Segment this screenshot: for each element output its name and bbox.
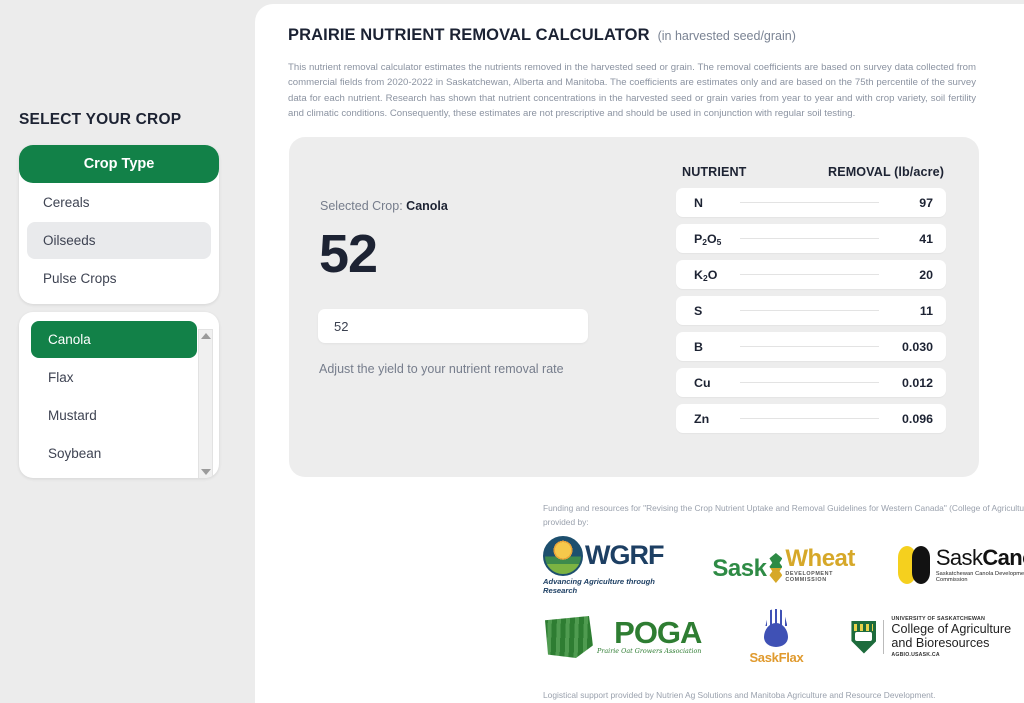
crop-item-flax[interactable]: Flax — [31, 359, 209, 396]
crop-list-panel: Canola Flax Mustard Soybean — [19, 312, 219, 478]
funding-text: Funding and resources for "Revising the … — [543, 503, 1024, 527]
wgrf-wordmark: WGRF — [585, 540, 664, 570]
sponsor-logos-row-2: POGA Prairie Oat Growers Association Sas… — [543, 604, 1024, 670]
sidebar-item-oilseeds[interactable]: Oilseeds — [27, 222, 211, 259]
selected-crop-line: Selected Crop: Canola — [320, 199, 448, 213]
nutrient-value: 20 — [919, 267, 933, 282]
selected-crop-value: Canola — [406, 199, 448, 213]
nutrient-label: S — [694, 303, 703, 318]
wgrf-logo: WGRF Advancing Agriculture through Resea… — [543, 535, 678, 595]
crop-list-scrollbar[interactable] — [198, 329, 213, 478]
usask-college-logo: UNIVERSITY OF SASKATCHEWAN College of Ag… — [851, 616, 1011, 658]
scroll-down-arrow-icon[interactable] — [200, 469, 211, 475]
canola-seed-icon — [898, 546, 931, 584]
nutrient-table-header: NUTRIENT REMOVAL (lb/acre) — [676, 165, 946, 179]
nutrient-label: Cu — [694, 375, 711, 390]
usask-shield-icon — [851, 620, 877, 654]
table-row: B 0.030 — [676, 332, 946, 361]
table-row: K2O 20 — [676, 260, 946, 289]
sidebar-item-cereals[interactable]: Cereals — [27, 184, 211, 221]
yield-display-value: 52 — [319, 224, 378, 284]
poga-logo: POGA Prairie Oat Growers Association — [543, 615, 702, 658]
selected-crop-label: Selected Crop: — [320, 199, 403, 213]
nutrient-value: 0.012 — [901, 375, 933, 390]
logistical-support-text: Logistical support provided by Nutrien A… — [543, 690, 936, 700]
flax-flower-icon — [759, 609, 793, 647]
nutrient-value: 41 — [919, 231, 933, 246]
wgrf-sun-field-icon — [543, 535, 583, 576]
nutrient-value: 97 — [919, 195, 933, 210]
crop-type-header-button[interactable]: Crop Type — [19, 145, 219, 183]
poga-wordmark: POGA — [614, 615, 702, 651]
wheat-sheaf-icon — [769, 553, 783, 583]
sask-flax-wordmark: SaskFlax — [749, 650, 804, 665]
nutrient-value: 0.030 — [901, 339, 933, 354]
yield-hint-text: Adjust the yield to your nutrient remova… — [319, 362, 564, 376]
table-row: N 97 — [676, 188, 946, 217]
nutrient-label: P2O5 — [694, 231, 722, 247]
logo-divider — [883, 620, 885, 654]
sask-canola-tagline: Saskatchewan Canola Development Commissi… — [935, 571, 1024, 583]
nutrient-label: B — [694, 339, 703, 354]
sask-canola-logo: SaskCanola Saskatchewan Canola Developme… — [898, 546, 1024, 584]
calculator-panel: Selected Crop: Canola 52 Adjust the yiel… — [289, 137, 979, 477]
page-subtitle: (in harvested seed/grain) — [657, 29, 796, 43]
sidebar: SELECT YOUR CROP Crop Type Cereals Oilse… — [0, 0, 255, 703]
table-row: S 11 — [676, 296, 946, 325]
scroll-up-arrow-icon[interactable] — [200, 333, 211, 339]
crop-item-soybean[interactable]: Soybean — [31, 435, 209, 472]
crop-item-canola[interactable]: Canola — [31, 321, 197, 358]
nutrient-value: 0.096 — [901, 411, 933, 426]
row-connector-line — [740, 238, 879, 239]
table-row: Zn 0.096 — [676, 404, 946, 433]
sidebar-item-pulse-crops[interactable]: Pulse Crops — [27, 260, 211, 297]
row-connector-line — [740, 418, 879, 419]
usask-college-line-1: College of Agriculture — [891, 622, 1012, 636]
row-connector-line — [740, 310, 879, 311]
row-connector-line — [740, 202, 879, 203]
nutrient-label: N — [694, 195, 703, 210]
oat-field-icon — [545, 616, 593, 658]
nutrient-value: 11 — [919, 303, 933, 318]
sask-wheat-tagline: DEVELOPMENT COMMISSION — [785, 571, 834, 583]
poga-tagline: Prairie Oat Growers Association — [597, 646, 702, 655]
sask-wheat-logo: Sask Wheat DEVELOPMENT COMMISSION — [712, 547, 864, 583]
sidebar-heading: SELECT YOUR CROP — [19, 111, 182, 128]
sask-wheat-sask-text: Sask — [712, 555, 767, 582]
crop-item-mustard[interactable]: Mustard — [31, 397, 209, 434]
usask-url: AGBIO.USASK.CA — [891, 652, 940, 658]
column-header-removal: REMOVAL (lb/acre) — [828, 165, 944, 179]
row-connector-line — [740, 382, 879, 383]
intro-paragraph: This nutrient removal calculator estimat… — [288, 62, 976, 120]
sask-canola-wordmark: SaskCanola — [935, 545, 1024, 570]
row-connector-line — [740, 346, 879, 347]
table-row: P2O5 41 — [676, 224, 946, 253]
page-title: PRAIRIE NUTRIENT REMOVAL CALCULATOR — [288, 26, 650, 44]
nutrient-removal-table: NUTRIENT REMOVAL (lb/acre) N 97 P2O5 41 … — [676, 165, 946, 440]
nutrient-label: Zn — [694, 411, 710, 426]
sask-flax-logo: SaskFlax — [749, 609, 804, 665]
row-connector-line — [740, 274, 879, 275]
usask-college-line-2: and Bioresources — [891, 636, 990, 650]
column-header-nutrient: NUTRIENT — [682, 165, 747, 179]
nutrient-calculator-app: SELECT YOUR CROP Crop Type Cereals Oilse… — [0, 0, 1024, 703]
page-title-row: PRAIRIE NUTRIENT REMOVAL CALCULATOR (in … — [288, 26, 796, 45]
sponsor-logos-row-1: WGRF Advancing Agriculture through Resea… — [543, 532, 1024, 598]
crop-type-panel: Crop Type Cereals Oilseeds Pulse Crops — [19, 145, 219, 304]
sask-wheat-wheat-text: Wheat — [785, 545, 855, 572]
nutrient-label: K2O — [694, 267, 718, 283]
wgrf-tagline: Advancing Agriculture through Research — [543, 576, 655, 595]
main-content-card: PRAIRIE NUTRIENT REMOVAL CALCULATOR (in … — [255, 4, 1024, 703]
table-row: Cu 0.012 — [676, 368, 946, 397]
yield-input[interactable] — [318, 309, 588, 343]
